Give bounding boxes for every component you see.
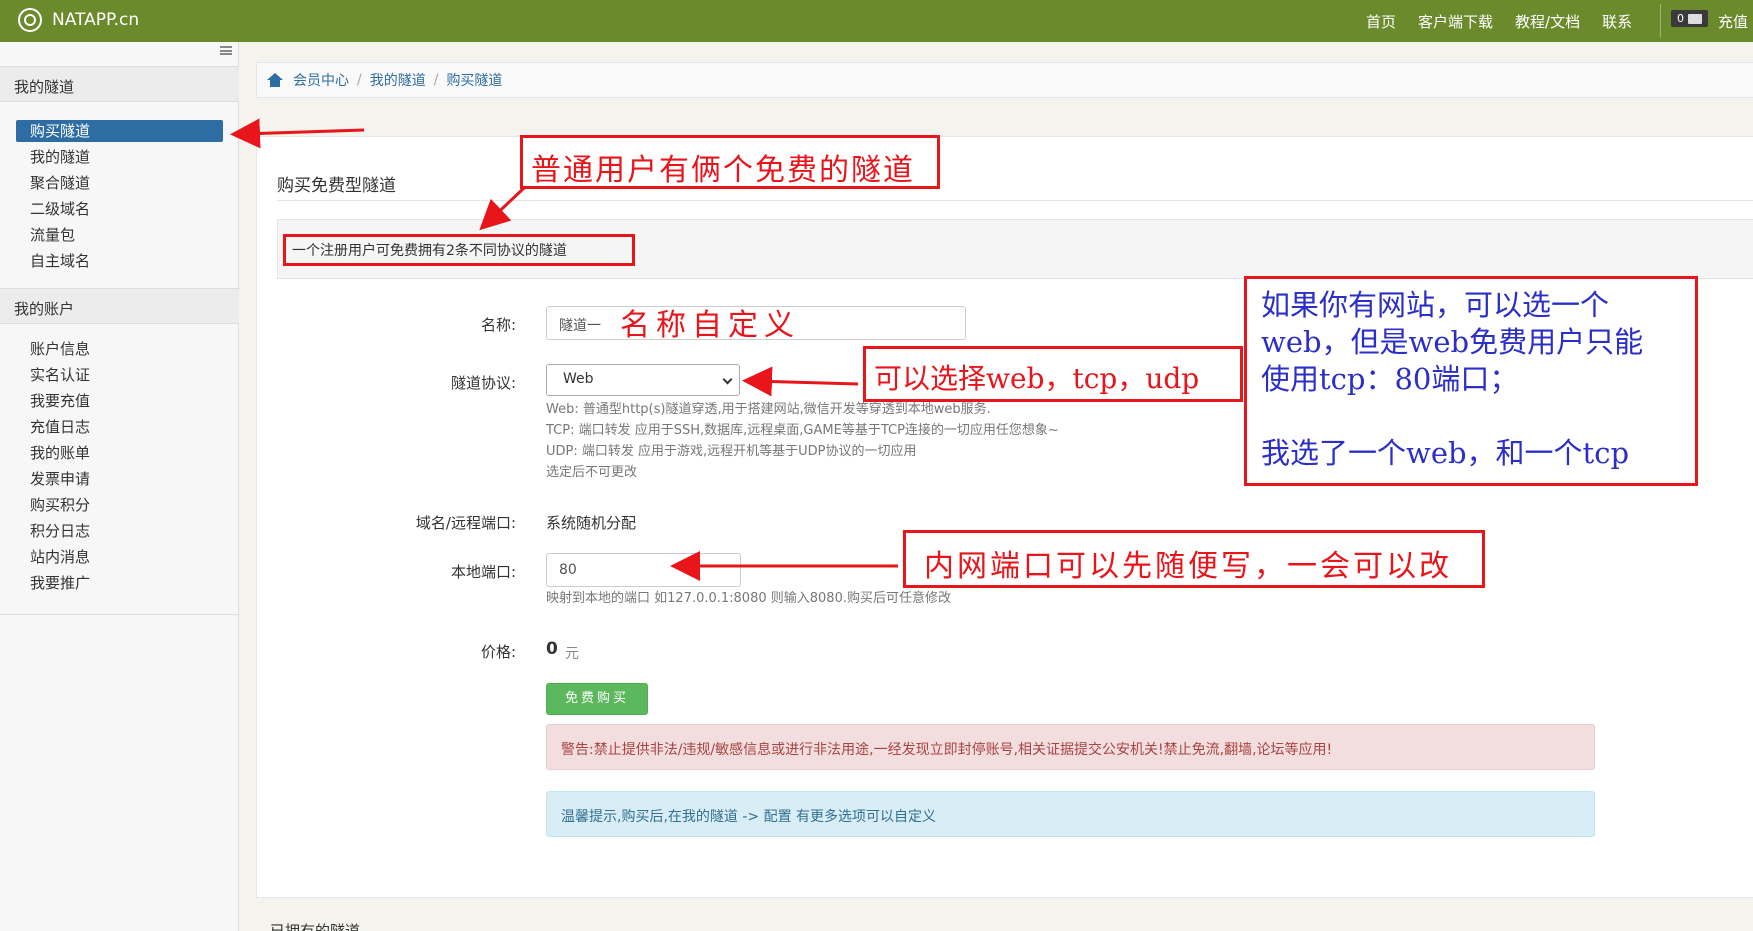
website-note-line3: 使用tcp：80端口； <box>1261 362 1519 396</box>
help-udp: UDP: 端口转发 应用于游戏,远程开机等基于UDP协议的一切应用 <box>546 444 917 459</box>
sidebar-item-invoice[interactable]: 发票申请 <box>0 466 239 492</box>
protocol-select[interactable]: Web <box>546 364 740 396</box>
sidebar-item-messages[interactable]: 站内消息 <box>0 544 239 570</box>
menu-collapse-icon[interactable] <box>220 46 232 55</box>
domain-value: 系统随机分配 <box>546 514 637 532</box>
sidebar-item-my-tunnels[interactable]: 我的隧道 <box>0 144 239 170</box>
top-navbar: NATAPP.cn 首页 客户端下载 教程/文档 联系 0 充值 <box>0 0 1753 42</box>
annotation-free-tunnels: 普通用户有俩个免费的隧道 <box>520 135 940 189</box>
protocol-selected: Web <box>563 371 594 387</box>
protocol-help: Web: 普通型http(s)隧道穿透,用于搭建网站,微信开发等穿透到本地web… <box>546 399 1059 483</box>
brand-name: NATAPP.cn <box>52 10 140 30</box>
sidebar-item-recharge[interactable]: 我要充值 <box>0 388 239 414</box>
owned-tunnels-heading: 已拥有的隧道 <box>270 922 361 931</box>
sidebar-item-points-log[interactable]: 积分日志 <box>0 518 239 544</box>
annotation-name-custom: 名称自定义 <box>620 308 800 343</box>
price-unit: 元 <box>565 646 579 662</box>
sidebar-item-traffic-pack[interactable]: 流量包 <box>0 222 239 248</box>
chevron-down-icon <box>722 374 733 385</box>
help-locked: 选定后不可更改 <box>546 465 638 480</box>
website-note-line4 <box>1261 398 1681 435</box>
price-value: 0 <box>546 639 558 659</box>
nav-client-download[interactable]: 客户端下载 <box>1418 11 1493 32</box>
annotation-info-highlight <box>283 234 635 266</box>
title-divider <box>277 200 1753 201</box>
nav-divider <box>1660 4 1661 38</box>
sidebar: 我的隧道 购买隧道 我的隧道 聚合隧道 二级域名 流量包 自主域名 我的账户 账… <box>0 42 239 931</box>
nav-docs[interactable]: 教程/文档 <box>1515 11 1580 32</box>
annotation-website-note: 如果你有网站，可以选一个 web，但是web免费用户只能 使用tcp：80端口；… <box>1244 276 1698 486</box>
name-label: 名称: <box>480 316 516 334</box>
breadcrumb: 会员中心 / 我的隧道 / 购买隧道 <box>256 62 1753 98</box>
message-count: 0 <box>1677 12 1684 25</box>
top-nav: 首页 客户端下载 教程/文档 联系 <box>1366 11 1654 32</box>
sidebar-item-subdomain[interactable]: 二级域名 <box>0 196 239 222</box>
message-badge[interactable]: 0 <box>1671 10 1708 27</box>
nav-recharge[interactable]: 充值 <box>1718 11 1748 32</box>
mail-icon <box>1688 13 1702 24</box>
help-tcp: TCP: 端口转发 应用于SSH,数据库,远程桌面,GAME等基于TCP连接的一… <box>546 423 1059 438</box>
help-web: Web: 普通型http(s)隧道穿透,用于搭建网站,微信开发等穿透到本地web… <box>546 402 991 417</box>
breadcrumb-my-tunnels[interactable]: 我的隧道 <box>370 70 426 90</box>
free-buy-button[interactable]: 免费购买 <box>546 683 648 715</box>
page-title: 购买免费型隧道 <box>277 176 396 196</box>
nav-home[interactable]: 首页 <box>1366 11 1396 32</box>
breadcrumb-separator: / <box>357 72 362 88</box>
sidebar-item-buy-tunnel[interactable]: 购买隧道 <box>16 120 223 142</box>
home-icon[interactable] <box>267 73 283 87</box>
domain-label: 域名/远程端口: <box>415 514 516 532</box>
sidebar-item-buy-points[interactable]: 购买积分 <box>0 492 239 518</box>
sidebar-item-verification[interactable]: 实名认证 <box>0 362 239 388</box>
sidebar-item-promote[interactable]: 我要推广 <box>0 570 239 596</box>
website-note-line1: 如果你有网站，可以选一个 <box>1261 288 1610 322</box>
natapp-logo-icon <box>18 8 42 32</box>
website-note-line5: 我选了一个web，和一个tcp <box>1261 436 1630 470</box>
breadcrumb-buy-tunnel[interactable]: 购买隧道 <box>446 70 502 90</box>
sidebar-section-tunnels: 我的隧道 <box>0 66 239 102</box>
website-note-line2: web，但是web免费用户只能 <box>1261 325 1644 359</box>
nav-contact[interactable]: 联系 <box>1602 11 1632 32</box>
brand[interactable]: NATAPP.cn <box>18 8 139 32</box>
sidebar-account-list: 账户信息 实名认证 我要充值 充值日志 我的账单 发票申请 购买积分 积分日志 … <box>0 336 239 596</box>
arrow-to-buy-tunnel <box>230 118 365 149</box>
sidebar-divider <box>0 614 239 615</box>
sidebar-item-aggregate-tunnels[interactable]: 聚合隧道 <box>0 170 239 196</box>
local-port-input[interactable]: 80 <box>546 553 741 587</box>
warning-alert: 警告:禁止提供非法/违规/敏感信息或进行非法用途,一经发现立即封停账号,相关证据… <box>546 724 1595 770</box>
annotation-port-note: 内网端口可以先随便写，一会可以改 <box>903 530 1485 588</box>
breadcrumb-member-center[interactable]: 会员中心 <box>293 70 349 90</box>
sidebar-item-my-bills[interactable]: 我的账单 <box>0 440 239 466</box>
sidebar-tunnel-list: 购买隧道 我的隧道 聚合隧道 二级域名 流量包 自主域名 <box>0 118 239 274</box>
sidebar-section-account: 我的账户 <box>0 288 239 324</box>
sidebar-item-account-info[interactable]: 账户信息 <box>0 336 239 362</box>
sidebar-item-custom-domain[interactable]: 自主域名 <box>0 248 239 274</box>
protocol-label: 隧道协议: <box>450 374 516 392</box>
breadcrumb-separator: / <box>433 72 439 88</box>
sidebar-item-recharge-log[interactable]: 充值日志 <box>0 414 239 440</box>
tip-alert: 温馨提示,购买后,在我的隧道 -> 配置 有更多选项可以自定义 <box>546 791 1595 837</box>
price-label: 价格: <box>480 643 516 661</box>
port-help: 映射到本地的端口 如127.0.0.1:8080 则输入8080.购买后可任意修… <box>546 591 951 606</box>
annotation-protocol-choice: 可以选择web，tcp，udp <box>863 346 1243 402</box>
local-port-label: 本地端口: <box>450 563 516 581</box>
